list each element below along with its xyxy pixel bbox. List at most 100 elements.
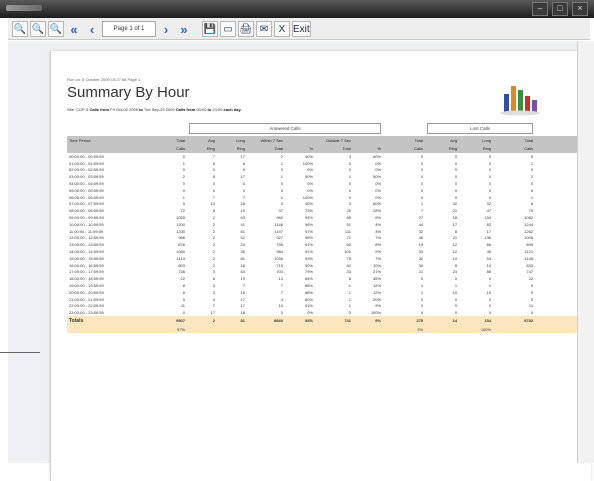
zoom-in-icon[interactable]: 🔍	[12, 20, 28, 37]
email-icon[interactable]: ✉	[256, 20, 272, 37]
table-cell: 1	[182, 160, 185, 166]
table-cell: 0	[488, 194, 492, 200]
table-cell: 1	[488, 283, 492, 289]
table-cell: 96%	[304, 235, 313, 241]
table-cell: 24	[240, 242, 245, 248]
table-cell: 927	[276, 235, 283, 241]
table-cell: 28%	[373, 208, 382, 214]
table-cell: 966	[178, 235, 185, 241]
window-controls: – □ ×	[532, 2, 588, 16]
table-cell: 46	[486, 249, 492, 255]
table-cell: 0	[280, 310, 283, 316]
table-row: 10:00:00 - 10:59:59 1200 2 41 1146 96% 51 4% 44 1…	[67, 221, 579, 228]
table-cell: 09:00:00 - 09:59:59	[69, 215, 104, 221]
table-cell: 19	[418, 242, 424, 248]
totals-cell: 9507	[153, 316, 187, 326]
table-cell: 12	[452, 242, 458, 248]
table-cell: 0	[348, 187, 351, 193]
table-row: 04:00:00 - 04:59:59 0 0 0 0 0% 0 0% 0 0 0 0	[67, 180, 579, 187]
page-number-field[interactable]: Page 1 of 1	[102, 20, 156, 37]
table-cell-spacer	[535, 296, 579, 303]
table-cell-spacer	[535, 255, 579, 262]
table-cell: 9	[530, 289, 534, 295]
close-report-button[interactable]: X	[274, 20, 290, 37]
last-page-button[interactable]: »	[176, 21, 192, 37]
table-cell: 1	[530, 194, 534, 200]
table-cell: 0	[212, 181, 215, 187]
column-header: Calls	[153, 144, 187, 153]
table-row: 03:00:00 - 03:59:59 2 8 17 1 50% 1 50% 0 0 0 2	[67, 173, 579, 180]
table-cell: 1080	[176, 249, 185, 255]
table-cell-spacer	[535, 160, 579, 167]
table-cell: 9%	[375, 303, 382, 309]
zoom-out-icon[interactable]: 🔍	[30, 20, 46, 37]
first-page-button[interactable]: «	[66, 21, 82, 37]
column-header: Total	[247, 144, 285, 153]
table-cell: 0	[280, 181, 283, 187]
table-cell: 8	[348, 276, 351, 282]
table-cell: 10	[486, 289, 492, 295]
table-cell: 21%	[373, 269, 382, 275]
maximize-button[interactable]: □	[552, 2, 568, 16]
table-cell: 12%	[373, 289, 382, 295]
table-row: 14:00:00 - 14:59:59 1080 2 35 984 91% 101 9% 33 1…	[67, 248, 579, 255]
column-header: Ring	[187, 144, 217, 153]
table-cell: 0	[488, 160, 492, 166]
table-cell: 6%	[375, 215, 382, 221]
table-cell-spacer	[535, 194, 579, 201]
vertical-scrollbar[interactable]	[577, 41, 594, 463]
zoom-page-icon[interactable]: 🔍	[48, 20, 64, 37]
table-cell: 1	[348, 296, 351, 302]
table-cell: 51	[346, 221, 351, 227]
table-cell: 10%	[373, 262, 382, 268]
table-cell: 1	[420, 289, 424, 295]
totals-cell: 14	[425, 316, 460, 326]
exit-button[interactable]: Exit	[292, 20, 311, 37]
close-button[interactable]: ×	[572, 2, 588, 16]
table-cell: 12:00:00 - 12:59:59	[69, 235, 104, 241]
table-row: 13:00:00 - 13:59:59 876 2 24 795 91% 65 8% 19 12 6…	[67, 241, 579, 248]
table-cell: 0%	[307, 310, 313, 316]
table-cell: 0	[454, 160, 458, 166]
table-cell: 1	[280, 174, 283, 180]
table-cell: 97%	[304, 228, 313, 234]
next-page-button[interactable]: ›	[158, 21, 174, 37]
table-cell: 2	[212, 215, 215, 221]
table-cell: 0	[488, 167, 492, 173]
save-icon[interactable]: 💾	[202, 20, 218, 37]
table-cell: 0	[530, 187, 534, 193]
column-header: Total	[383, 136, 426, 144]
table-cell: 2	[212, 262, 215, 268]
column-header: Ring	[425, 144, 460, 153]
table-cell: 17	[240, 153, 245, 159]
column-header: %	[353, 144, 384, 153]
column-header-row: Time Period Total Avg Long Within 7 Sec …	[67, 136, 580, 144]
answered-calls-header: Answered Calls	[189, 123, 382, 134]
table-row: 06:00:00 - 06:59:59 1 7 7 1 100% 0 0% 0 0 0 1	[67, 194, 579, 201]
table-cell: 50%	[373, 174, 382, 180]
table-cell: 0	[348, 167, 351, 173]
group-header-row: Answered Calls Lost Calls	[67, 121, 579, 136]
table-cell: 3	[348, 153, 351, 159]
table-cell: 0	[420, 153, 424, 159]
table-cell: 17	[240, 174, 245, 180]
table-cell-spacer	[535, 248, 579, 255]
report-page: Run on: 5 October 2009 15:27:58 Page 1 S…	[50, 51, 591, 481]
previous-page-button[interactable]: ‹	[84, 21, 100, 37]
totals-cell: 97%	[153, 325, 187, 334]
table-cell: 1230	[176, 228, 185, 234]
table-cell: 154	[484, 215, 492, 221]
table-cell: 7	[420, 208, 424, 214]
table-cell-spacer	[535, 275, 579, 282]
totals-cell: 154	[459, 316, 494, 326]
print-icon[interactable]: 🖨	[238, 20, 254, 37]
table-cell: 8	[454, 228, 458, 234]
table-cell: 1113	[176, 255, 185, 261]
table-cell: 3%	[375, 228, 382, 234]
report-viewer[interactable]: Run on: 5 October 2009 15:27:58 Page 1 S…	[8, 41, 591, 481]
minimize-button[interactable]: –	[532, 2, 548, 16]
export-icon[interactable]: ▭	[220, 20, 236, 37]
table-cell: 3	[348, 310, 351, 316]
table-row: 11:00:00 - 11:59:59 1230 2 61 1197 97% 111 3% 32…	[67, 228, 579, 235]
table-cell: 101	[344, 249, 351, 255]
